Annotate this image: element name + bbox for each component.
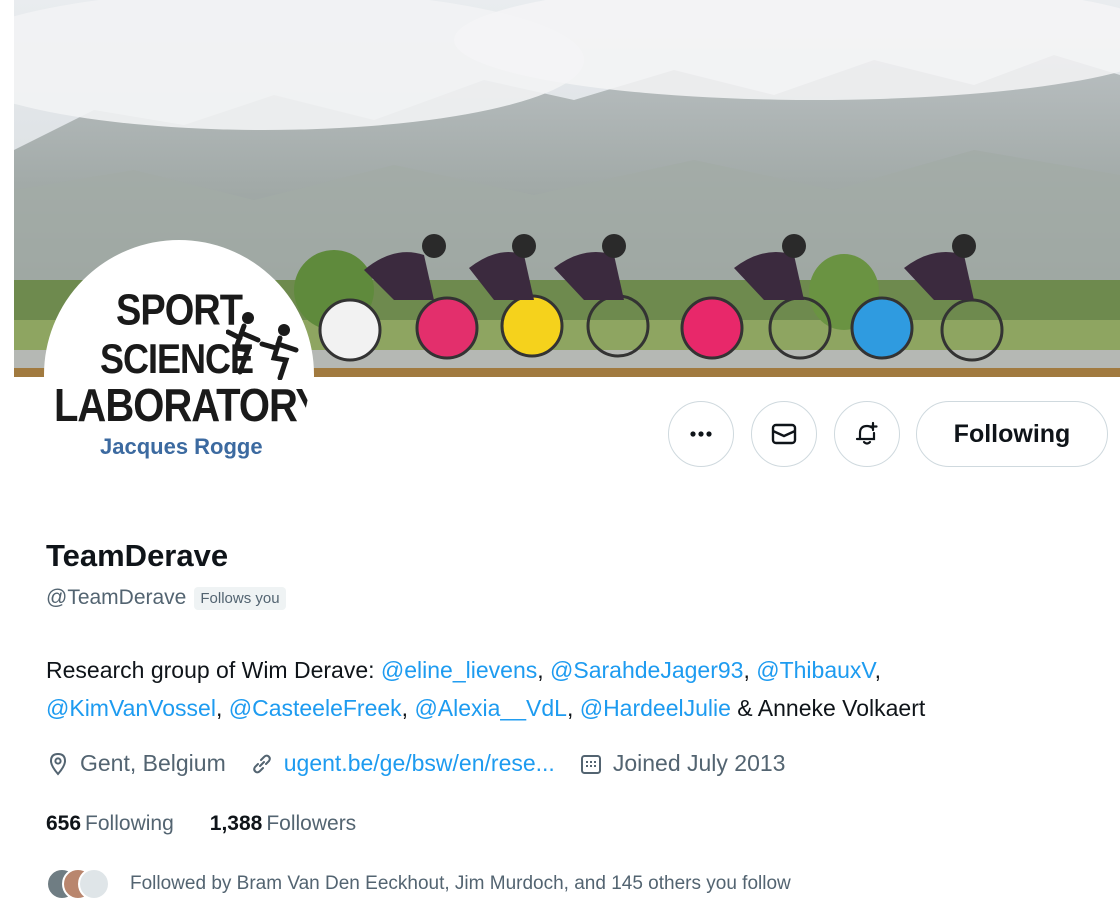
following-label: Following: [85, 812, 174, 835]
display-name: TeamDerave: [46, 538, 229, 573]
location-text: Gent, Belgium: [80, 750, 226, 776]
bell-plus-icon: [855, 421, 878, 445]
follow-stats: 656 Following 1,388 Followers: [46, 812, 356, 836]
followed-by-text: Followed by Bram Van Den Eeckhout, Jim M…: [130, 873, 791, 894]
location-pin-icon: [49, 752, 67, 776]
more-options-button[interactable]: [668, 401, 734, 467]
followers-count: 1,388: [209, 812, 263, 835]
avatar-logo-text: LABORATORY: [54, 380, 314, 432]
followers-label: Followers: [266, 812, 357, 835]
website-link[interactable]: ugent.be/ge/bsw/en/rese...: [284, 750, 555, 777]
bio-text: & Anneke Volkaert: [730, 695, 926, 721]
calendar-icon: [580, 754, 601, 774]
more-dots-icon: [690, 431, 712, 437]
profile-avatar[interactable]: SPORT SCIENCE LABORATORY Jacques Rogge: [44, 240, 314, 510]
following-count: 656: [46, 812, 82, 835]
joined-text: Joined July 2013: [612, 750, 786, 776]
handle-row: @TeamDerave Follows you: [46, 586, 286, 610]
followers-count-link[interactable]: 1,388 Followers: [210, 812, 356, 836]
following-count-link[interactable]: 656 Following: [46, 812, 174, 836]
message-button[interactable]: [751, 401, 817, 467]
followed-by-row[interactable]: Followed by Bram Van Den Eeckhout, Jim M…: [46, 867, 791, 901]
avatar-logo-text: SPORT: [116, 286, 243, 336]
bio-mention[interactable]: @KimVanVossel: [46, 695, 216, 721]
bio-mention[interactable]: @ThibauxV: [756, 657, 874, 683]
profile-handle: @TeamDerave: [46, 586, 187, 609]
avatar-logo-subtitle: Jacques Rogge: [100, 434, 263, 459]
follows-you-badge: Follows you: [194, 586, 286, 610]
bio-mention[interactable]: @CasteeleFreek: [229, 695, 402, 721]
joined-item: Joined July 2013: [579, 750, 786, 777]
website-item[interactable]: ugent.be/ge/bsw/en/rese...: [250, 750, 555, 777]
profile-meta: Gent, Belgium ugent.be/ge/bsw/en/rese...…: [46, 750, 809, 777]
location-item: Gent, Belgium: [46, 750, 226, 777]
notifications-button[interactable]: [834, 401, 900, 467]
avatar: [78, 868, 110, 900]
following-button[interactable]: Following: [916, 401, 1108, 467]
bio-mention[interactable]: @eline_lievens: [381, 657, 537, 683]
bio-text: Research group of Wim Derave:: [46, 657, 381, 683]
bio-mention[interactable]: @HardeelJulie: [580, 695, 731, 721]
bio-mention[interactable]: @Alexia__VdL: [414, 695, 567, 721]
envelope-icon: [771, 423, 797, 445]
bio-mention[interactable]: @SarahdeJager93: [550, 657, 743, 683]
runners-icon: [226, 312, 299, 380]
mutual-avatars: [46, 867, 116, 901]
link-icon: [252, 754, 271, 773]
profile-bio: Research group of Wim Derave: @eline_lie…: [46, 657, 926, 721]
